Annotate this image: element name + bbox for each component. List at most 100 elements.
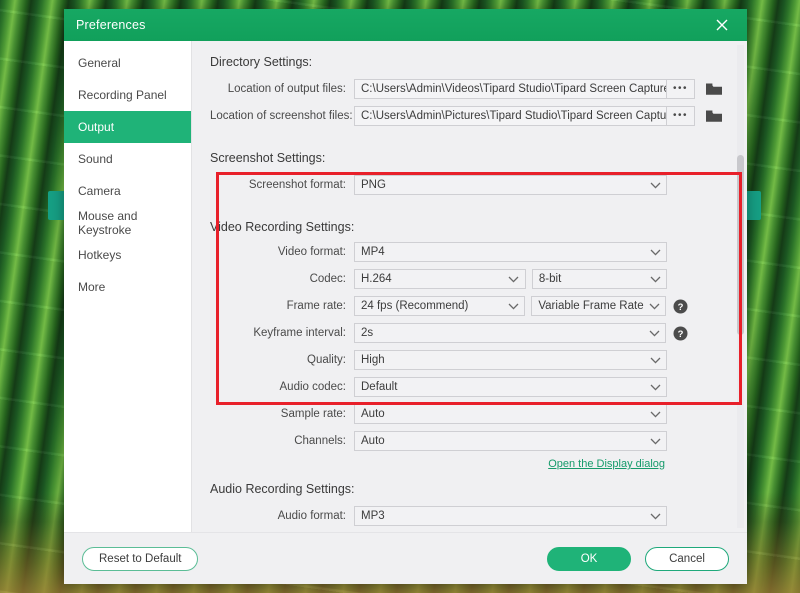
sidebar-item-mouse-and-keystroke[interactable]: Mouse and Keystroke <box>64 207 191 239</box>
select-video-channels[interactable]: Auto <box>354 431 667 451</box>
help-icon-keyframe-interval[interactable]: ? <box>672 325 688 341</box>
chevron-down-icon <box>648 380 662 394</box>
label-quality: Quality: <box>307 354 346 366</box>
content-scrollbar-thumb[interactable] <box>737 155 744 335</box>
row-video-format: Video format: MP4 <box>210 242 725 262</box>
video-recording-settings-heading: Video Recording Settings: <box>210 220 355 234</box>
sidebar-item-label: General <box>78 56 121 70</box>
select-video-bit-depth-value: 8-bit <box>538 273 562 285</box>
svg-text:?: ? <box>677 302 683 313</box>
sidebar-item-sound[interactable]: Sound <box>64 143 191 175</box>
select-video-audio-codec-value: Default <box>361 381 398 393</box>
select-screenshot-format-value: PNG <box>361 179 386 191</box>
sidebar-item-general[interactable]: General <box>64 47 191 79</box>
folder-icon-screenshot[interactable] <box>703 106 725 126</box>
ok-button[interactable]: OK <box>547 546 631 571</box>
select-keyframe-interval[interactable]: 2s <box>354 323 666 343</box>
browse-more-button-output[interactable]: ••• <box>667 79 695 99</box>
settings-content-area: Directory Settings: Location of output f… <box>192 41 747 532</box>
app-side-handle-left[interactable] <box>48 191 64 220</box>
sidebar-item-camera[interactable]: Camera <box>64 175 191 207</box>
output-settings-panel: Directory Settings: Location of output f… <box>192 41 747 532</box>
settings-sidebar: General Recording Panel Output Sound Cam… <box>64 41 192 532</box>
sidebar-item-output[interactable]: Output <box>64 111 191 143</box>
directory-settings-heading: Directory Settings: <box>210 55 313 69</box>
row-sample-rate-video: Sample rate: Auto <box>210 404 725 424</box>
label-location-screenshot-files: Location of screenshot files: <box>210 110 353 122</box>
sidebar-item-label: Recording Panel <box>78 88 167 102</box>
row-frame-rate: Frame rate: 24 fps (Recommend) Variable … <box>210 296 725 316</box>
row-audio-codec-video: Audio codec: Default <box>210 377 725 397</box>
reset-to-default-button[interactable]: Reset to Default <box>82 546 199 571</box>
sidebar-item-more[interactable]: More <box>64 271 191 303</box>
sidebar-item-label: Hotkeys <box>78 248 122 262</box>
chevron-down-icon <box>647 326 661 340</box>
select-frame-rate-mode-value: Variable Frame Rate <box>538 300 644 312</box>
chevron-down-icon <box>648 509 662 523</box>
sidebar-item-label: Camera <box>78 184 121 198</box>
preferences-dialog: Preferences General Recording Panel Outp… <box>64 9 747 584</box>
row-channels-video: Channels: Auto <box>210 431 725 451</box>
chevron-down-icon <box>648 407 662 421</box>
app-side-handle-right[interactable] <box>745 191 761 220</box>
chevron-down-icon <box>648 245 662 259</box>
select-video-codec[interactable]: H.264 <box>354 269 526 289</box>
audio-recording-settings-heading: Audio Recording Settings: <box>210 482 355 496</box>
dialog-body: General Recording Panel Output Sound Cam… <box>64 41 747 532</box>
select-video-bit-depth[interactable]: 8-bit <box>531 269 667 289</box>
row-location-screenshot-files: Location of screenshot files: C:\Users\A… <box>210 106 725 126</box>
label-location-output-files: Location of output files: <box>227 83 346 95</box>
row-screenshot-format: Screenshot format: PNG <box>210 175 725 195</box>
select-quality[interactable]: High <box>354 350 667 370</box>
label-audio-codec-video: Audio codec: <box>279 381 347 393</box>
chevron-down-icon <box>648 353 662 367</box>
chevron-down-icon <box>506 299 520 313</box>
label-video-format: Video format: <box>277 246 346 258</box>
select-video-sample-rate[interactable]: Auto <box>354 404 667 424</box>
chevron-down-icon <box>648 434 662 448</box>
sidebar-item-label: Mouse and Keystroke <box>78 209 138 237</box>
label-audio-format: Audio format: <box>277 510 346 522</box>
label-codec-video: Codec: <box>309 273 346 285</box>
select-frame-rate-value: 24 fps (Recommend) <box>361 300 469 312</box>
sidebar-item-recording-panel[interactable]: Recording Panel <box>64 79 191 111</box>
select-video-audio-codec[interactable]: Default <box>354 377 667 397</box>
chevron-down-icon <box>648 178 662 192</box>
folder-icon-output[interactable] <box>703 79 725 99</box>
row-keyframe-interval: Keyframe interval: 2s ? <box>210 323 725 343</box>
select-frame-rate-mode[interactable]: Variable Frame Rate <box>531 296 666 316</box>
select-video-sample-rate-value: Auto <box>361 408 385 420</box>
cancel-button[interactable]: Cancel <box>645 546 729 571</box>
row-audio-format: Audio format: MP3 <box>210 506 725 526</box>
select-frame-rate[interactable]: 24 fps (Recommend) <box>354 296 526 316</box>
screenshot-settings-heading: Screenshot Settings: <box>210 151 326 165</box>
select-audio-format-value: MP3 <box>361 510 385 522</box>
svg-text:?: ? <box>677 329 683 340</box>
input-location-screenshot-files[interactable]: C:\Users\Admin\Pictures\Tipard Studio\Ti… <box>354 106 667 126</box>
input-location-output-files[interactable]: C:\Users\Admin\Videos\Tipard Studio\Tipa… <box>354 79 667 99</box>
label-channels-video: Channels: <box>294 435 346 447</box>
content-scrollbar-track[interactable] <box>737 45 744 528</box>
row-location-output-files: Location of output files: C:\Users\Admin… <box>210 79 725 99</box>
sidebar-item-label: Sound <box>78 152 113 166</box>
chevron-down-icon <box>648 272 662 286</box>
sidebar-item-label: More <box>78 280 106 294</box>
select-quality-value: High <box>361 354 385 366</box>
chevron-down-icon <box>647 299 661 313</box>
select-video-codec-value: H.264 <box>361 273 392 285</box>
select-screenshot-format[interactable]: PNG <box>354 175 667 195</box>
dialog-title: Preferences <box>76 18 146 32</box>
sidebar-item-label: Output <box>78 120 115 134</box>
select-video-format[interactable]: MP4 <box>354 242 667 262</box>
dialog-footer: Reset to Default OK Cancel <box>64 532 747 584</box>
sidebar-item-hotkeys[interactable]: Hotkeys <box>64 239 191 271</box>
help-icon-frame-rate[interactable]: ? <box>672 298 688 314</box>
label-sample-rate-video: Sample rate: <box>280 408 346 420</box>
close-icon[interactable] <box>705 9 739 41</box>
select-audio-format[interactable]: MP3 <box>354 506 667 526</box>
dialog-titlebar: Preferences <box>64 9 747 41</box>
chevron-down-icon <box>507 272 521 286</box>
open-display-dialog-link[interactable]: Open the Display dialog <box>548 458 665 470</box>
select-keyframe-interval-value: 2s <box>361 327 374 339</box>
browse-more-button-screenshot[interactable]: ••• <box>667 106 695 126</box>
